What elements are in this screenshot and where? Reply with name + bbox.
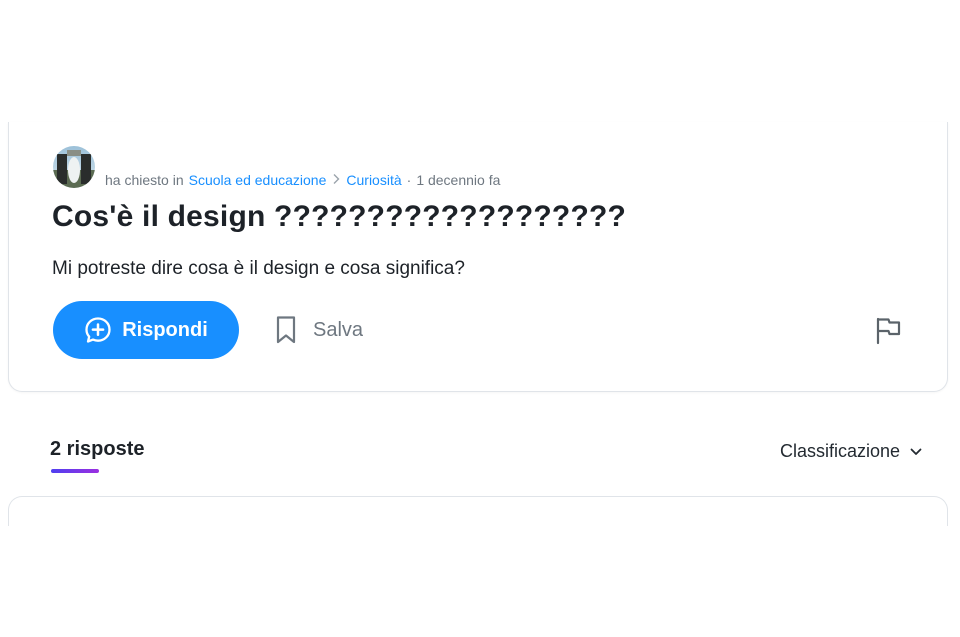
- chevron-down-icon: [910, 448, 922, 455]
- avatar-image: [53, 146, 95, 188]
- question-meta-text: ha chiesto in Scuola ed educazione Curio…: [105, 172, 500, 188]
- flag-icon: [876, 317, 901, 344]
- question-card: ha chiesto in Scuola ed educazione Curio…: [8, 122, 948, 392]
- plus-bubble-icon: [85, 317, 111, 343]
- save-button-label: Salva: [313, 318, 364, 341]
- bookmark-icon: [276, 316, 296, 344]
- asked-in-label: ha chiesto in: [105, 172, 184, 188]
- question-meta: ha chiesto in Scuola ed educazione Curio…: [53, 144, 500, 188]
- question-body: Mi potreste dire cosa è il design e cosa…: [52, 258, 465, 279]
- chevron-right-icon: [332, 172, 340, 188]
- answers-count-heading: 2 risposte: [50, 438, 145, 460]
- save-button[interactable]: Salva: [275, 312, 363, 348]
- meta-separator: ·: [406, 172, 412, 188]
- avatar[interactable]: [53, 146, 95, 188]
- answers-tab-underline: [51, 469, 99, 473]
- answer-button-label: Rispondi: [122, 318, 208, 341]
- category-link[interactable]: Scuola ed educazione: [189, 172, 327, 188]
- subcategory-link[interactable]: Curiosità: [346, 172, 401, 188]
- sort-dropdown-label: Classificazione: [780, 441, 901, 461]
- question-title: Cos'è il design ???????????????????: [52, 200, 627, 233]
- answer-button[interactable]: Rispondi: [53, 301, 239, 359]
- sort-dropdown[interactable]: Classificazione: [780, 441, 922, 462]
- answer-card: [8, 496, 948, 526]
- question-timestamp: 1 decennio fa: [416, 172, 501, 188]
- report-button[interactable]: [871, 314, 905, 348]
